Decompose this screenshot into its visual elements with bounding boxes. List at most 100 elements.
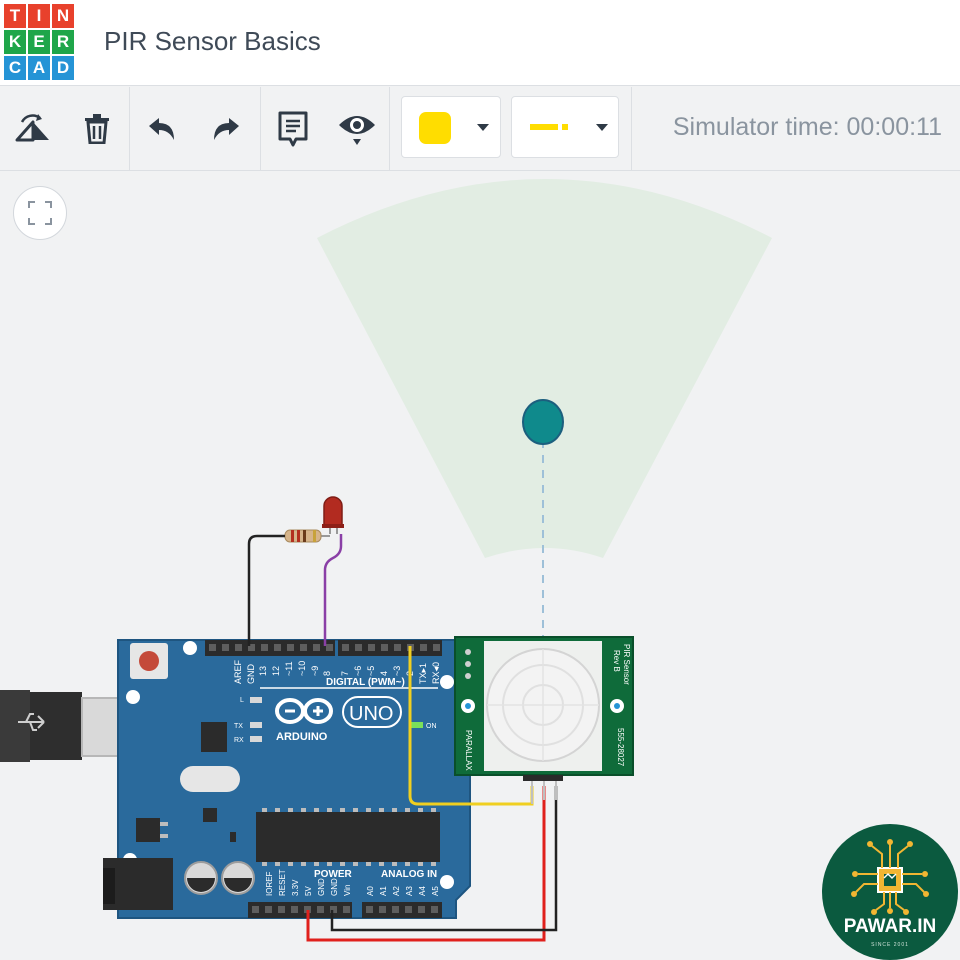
pin-label: 7: [340, 671, 350, 676]
usb-chip: [201, 722, 227, 752]
pin-label: 12: [271, 666, 281, 676]
pin-label: ~10: [297, 661, 307, 676]
digital-header-label: DIGITAL (PWM~): [326, 677, 405, 688]
project-title[interactable]: PIR Sensor Basics: [104, 26, 321, 57]
pin-label: Vin: [343, 885, 352, 896]
toolbar-divider: [129, 87, 130, 171]
logo-letter: R: [52, 30, 74, 54]
pin-label: A0: [366, 886, 375, 896]
pin-label: IOREF: [265, 871, 274, 896]
color-picker[interactable]: [401, 96, 501, 158]
pin-label: 3.3V: [291, 879, 300, 896]
arduino-uno-board[interactable]: AREF GND 13 12 ~11 ~10 ~9 8 7 ~6 ~5 4 ~3…: [103, 639, 471, 919]
pin-label: 8: [322, 671, 332, 676]
red-led[interactable]: [322, 496, 344, 534]
pir-detection-range: [317, 179, 772, 558]
pin-label: AREF: [233, 659, 243, 684]
pir-label-left: PARALLAX: [464, 730, 473, 771]
toolbar-divider: [260, 87, 261, 171]
badge-name: PAWAR.IN: [843, 916, 937, 937]
led-on: [411, 722, 423, 728]
circuit-drawing: AREF GND 13 12 ~11 ~10 ~9 8 7 ~6 ~5 4 ~3…: [0, 179, 772, 942]
arduino-brand-label: ARDUINO: [276, 731, 328, 743]
toolbar-divider: [389, 87, 390, 171]
logo-letter: K: [4, 30, 26, 54]
toolbar-divider: [631, 87, 632, 171]
pir-label-right: Rev B: [612, 650, 621, 672]
wire-purple-pin8[interactable]: [323, 534, 343, 646]
pin-label: A3: [405, 886, 414, 896]
arduino-model-label: UNO: [349, 703, 393, 725]
pin-label: ~9: [310, 666, 320, 676]
led-label: L: [240, 697, 244, 704]
led-label: RX: [234, 737, 244, 744]
rotate-button[interactable]: [13, 109, 53, 149]
pin-label: A4: [418, 886, 427, 896]
pin-label: ~5: [366, 666, 376, 676]
pin-label: RX◂0: [431, 662, 441, 684]
logo-letter: N: [52, 4, 74, 28]
wire-style-swatch: [530, 124, 558, 130]
power-label: POWER: [314, 869, 353, 880]
motion-target[interactable]: [522, 399, 564, 445]
pawar-badge: PAWAR.IN SINCE 2001: [822, 824, 958, 960]
chevron-down-icon: [596, 124, 608, 131]
undo-icon: [149, 118, 174, 140]
redo-icon: [214, 118, 239, 140]
logo-letter: T: [4, 4, 26, 28]
visibility-button[interactable]: [337, 109, 377, 149]
led-l: [250, 697, 262, 703]
reset-button-cap: [139, 651, 159, 671]
logo-letter: D: [52, 56, 74, 80]
circuit-chip-icon: [851, 839, 929, 915]
analog-header: [362, 902, 442, 918]
editor-toolbar: Simulator time: 00:00:11: [0, 87, 960, 171]
led-tx: [250, 722, 262, 728]
notes-button[interactable]: [273, 109, 313, 149]
app-header: T I N K E R C A D PIR Sensor Basics: [0, 0, 960, 86]
led-rx: [250, 736, 262, 742]
simulator-time: Simulator time: 00:00:11: [672, 113, 942, 141]
analog-label: ANALOG IN: [381, 869, 437, 880]
pin-label: GND: [317, 878, 326, 896]
pin-label: ~11: [284, 661, 294, 676]
pin-label: ~6: [353, 666, 363, 676]
pir-label-right: PIR Sensor: [622, 644, 631, 685]
delete-icon: [85, 114, 109, 144]
pin-label: 13: [258, 666, 268, 676]
selected-color-swatch: [419, 112, 451, 144]
chevron-down-icon: [477, 124, 489, 131]
voltage-regulator: [136, 818, 160, 842]
pin-label: 4: [379, 671, 389, 676]
wire-black-gnd[interactable]: [247, 534, 285, 646]
pin-label: GND: [246, 664, 256, 685]
logo-letter: C: [4, 56, 26, 80]
pin-label: A2: [392, 886, 401, 896]
pin-label: GND: [330, 878, 339, 896]
visibility-icon: [339, 116, 375, 145]
pir-label-right: 555-28027: [616, 728, 625, 767]
badge-since: SINCE 2001: [871, 942, 909, 948]
atmega-chip: [256, 812, 440, 862]
pin-label: TX▸1: [418, 663, 428, 684]
crystal: [180, 766, 240, 792]
logo-letter: E: [28, 30, 50, 54]
delete-button[interactable]: [77, 109, 117, 149]
pin-label: A5: [431, 886, 440, 896]
pir-pin-header: [523, 775, 563, 781]
pir-sensor[interactable]: PARALLAX PIR Sensor Rev B 555-28027: [454, 636, 634, 804]
tinkercad-app: T I N K E R C A D PIR Sensor Basics Simu…: [0, 0, 960, 960]
logo-letter: I: [28, 4, 50, 28]
undo-button[interactable]: [142, 109, 182, 149]
wire-style-dash: [562, 124, 568, 130]
redo-button[interactable]: [206, 109, 246, 149]
rotate-icon: [15, 114, 49, 142]
tinkercad-logo[interactable]: T I N K E R C A D: [4, 4, 74, 82]
pin-label: 5V: [304, 886, 313, 896]
circuit-canvas[interactable]: AREF GND 13 12 ~11 ~10 ~9 8 7 ~6 ~5 4 ~3…: [0, 172, 960, 960]
led-label: TX: [234, 723, 243, 730]
pin-label: ~3: [392, 666, 402, 676]
wire-type-picker[interactable]: [511, 96, 619, 158]
pin-label: RESET: [278, 869, 287, 896]
led-label: ON: [426, 723, 437, 730]
